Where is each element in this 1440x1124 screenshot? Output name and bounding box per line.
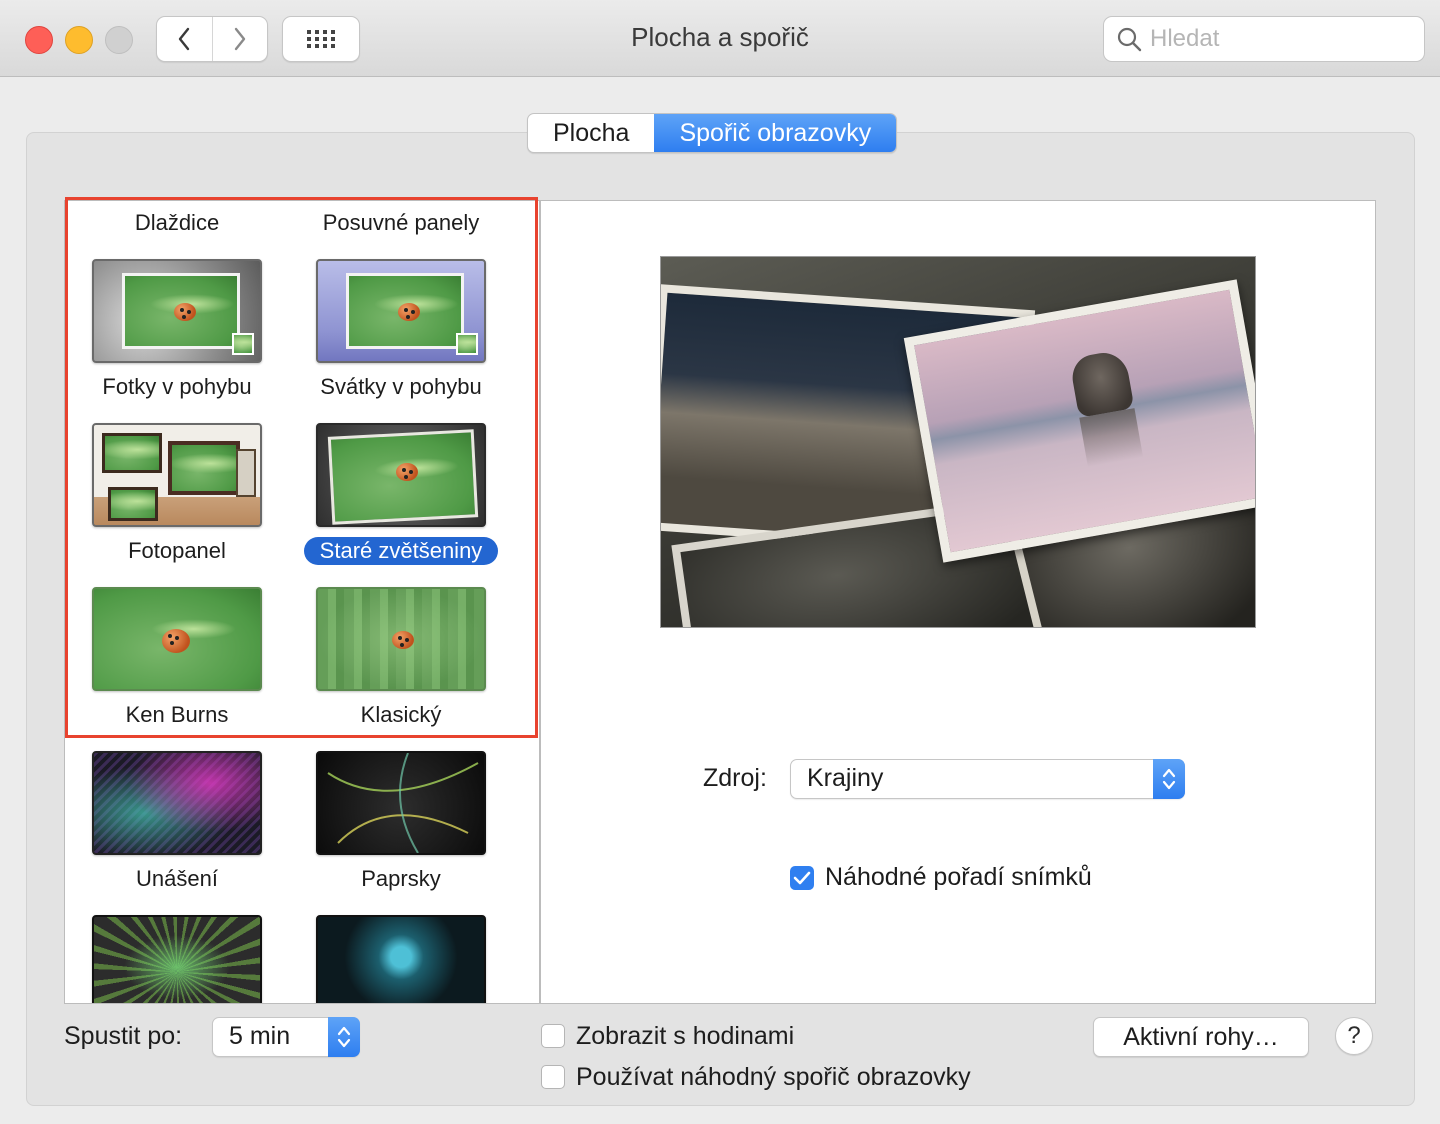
start-after-value: 5 min — [229, 1022, 291, 1050]
saver-thumb-unaseni[interactable] — [92, 751, 262, 855]
random-saver-checkbox[interactable] — [541, 1065, 565, 1089]
saver-label: Unášení — [136, 866, 218, 891]
saver-label: Paprsky — [361, 866, 441, 891]
saver-thumb-arabesque[interactable] — [92, 915, 262, 1003]
saver-thumb-shell[interactable] — [316, 915, 486, 1003]
title-bar: Plocha a spořič Hledat — [0, 0, 1440, 77]
back-button[interactable] — [157, 17, 212, 61]
highlight-frame — [65, 197, 538, 738]
window-title: Plocha a spořič — [631, 22, 809, 52]
start-after-popup[interactable]: 5 min — [212, 1017, 360, 1057]
show-clock-label[interactable]: Zobrazit s hodinami — [576, 1022, 794, 1051]
start-after-label: Spustit po: — [64, 1022, 183, 1050]
search-placeholder: Hledat — [1150, 25, 1220, 52]
search-icon — [1117, 27, 1142, 52]
tab-screen-saver[interactable]: Spořič obrazovky — [654, 114, 897, 152]
zoom-window-button — [105, 26, 133, 54]
popup-stepper-icon — [1153, 759, 1185, 799]
forward-button[interactable] — [211, 17, 268, 61]
grid-icon — [307, 30, 335, 48]
popup-stepper-icon — [328, 1017, 360, 1057]
chevron-right-icon — [234, 27, 245, 51]
hot-corners-button[interactable]: Aktivní rohy… — [1093, 1017, 1309, 1057]
saver-preview-image — [660, 256, 1256, 628]
show-clock-checkbox[interactable] — [541, 1024, 565, 1048]
close-window-button[interactable] — [25, 26, 53, 54]
search-field[interactable]: Hledat — [1103, 16, 1425, 62]
source-value: Krajiny — [807, 764, 884, 792]
help-button[interactable]: ? — [1335, 1017, 1373, 1055]
source-popup[interactable]: Krajiny — [790, 759, 1185, 799]
random-saver-label[interactable]: Používat náhodný spořič obrazovky — [576, 1063, 971, 1092]
back-forward-group — [156, 16, 268, 62]
source-label: Zdroj: — [703, 764, 767, 792]
saver-thumb-paprsky[interactable] — [316, 751, 486, 855]
chevron-left-icon — [179, 27, 190, 51]
shuffle-label[interactable]: Náhodné pořadí snímků — [825, 863, 1092, 892]
shuffle-checkbox[interactable] — [790, 866, 814, 890]
tab-bar: Plocha Spořič obrazovky — [527, 113, 898, 153]
minimize-window-button[interactable] — [65, 26, 93, 54]
tab-desktop[interactable]: Plocha — [528, 114, 654, 152]
checkmark-icon — [793, 871, 811, 885]
show-all-button[interactable] — [282, 16, 360, 62]
